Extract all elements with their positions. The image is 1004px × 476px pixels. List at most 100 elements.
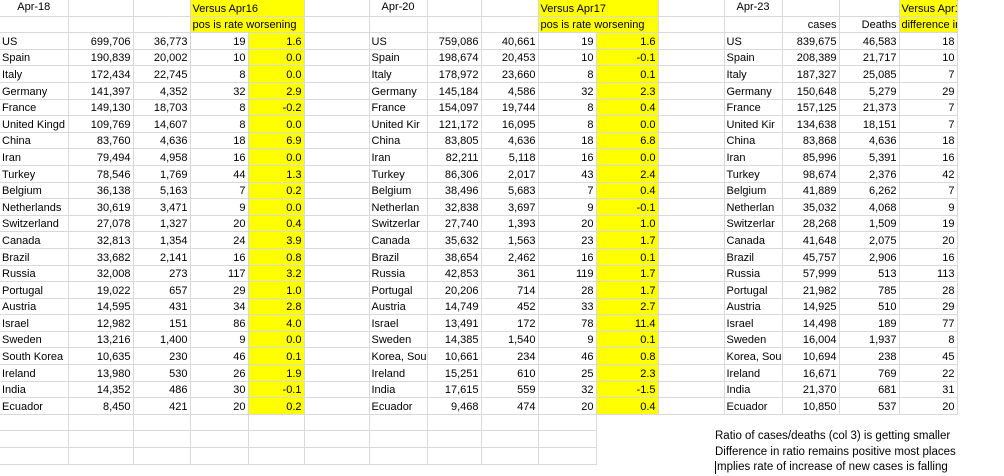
deaths-cell[interactable]: 36,773 xyxy=(133,32,191,50)
difference-cell[interactable]: -0.1 xyxy=(248,381,305,399)
difference-cell[interactable]: -1.5 xyxy=(596,381,659,399)
cases-cell[interactable]: 8,450 xyxy=(68,397,134,415)
cases-cell[interactable]: 45,757 xyxy=(782,248,840,266)
spacer-cell[interactable] xyxy=(658,231,725,249)
cases-cell[interactable]: 10,850 xyxy=(782,397,840,415)
country-cell[interactable]: Spain xyxy=(369,49,428,67)
deaths-cell[interactable]: 1,509 xyxy=(839,215,900,233)
spacer-cell[interactable] xyxy=(304,248,370,266)
deaths-cell[interactable]: 4,958 xyxy=(133,148,191,166)
country-cell[interactable]: France xyxy=(0,99,69,117)
deaths-cell[interactable]: 431 xyxy=(133,298,191,316)
ratio-cell[interactable]: 29 xyxy=(899,82,958,100)
deaths-cell[interactable]: 151 xyxy=(133,314,191,332)
deaths-cell[interactable]: 21,373 xyxy=(839,99,900,117)
ratio-cell[interactable]: 16 xyxy=(899,148,958,166)
difference-cell[interactable]: 11.4 xyxy=(596,314,659,332)
spacer-cell[interactable] xyxy=(304,32,370,50)
spacer-cell[interactable] xyxy=(304,16,370,34)
difference-cell[interactable]: 1.7 xyxy=(596,265,659,283)
spacer-cell[interactable] xyxy=(304,231,370,249)
spacer-cell[interactable] xyxy=(658,314,725,332)
spacer-cell[interactable] xyxy=(658,248,725,266)
versus-title[interactable]: Versus Apr17 xyxy=(899,0,958,17)
versus-subtitle[interactable]: pos is rate worsening xyxy=(538,16,659,34)
ratio-cell[interactable]: 23 xyxy=(538,231,597,249)
country-cell[interactable]: Netherlands xyxy=(0,198,69,216)
data-grid[interactable]: Apr-18 Versus Apr16 Apr-20 Versus Apr17 Apr-… xyxy=(0,0,958,465)
country-cell[interactable]: India xyxy=(369,381,428,399)
deaths-cell[interactable]: 1,354 xyxy=(133,231,191,249)
cases-cell[interactable]: 41,648 xyxy=(782,231,840,249)
deaths-cell[interactable]: 16,095 xyxy=(481,115,539,133)
country-cell[interactable]: Ireland xyxy=(0,364,69,382)
deaths-cell[interactable]: 22,745 xyxy=(133,65,191,83)
spacer-cell[interactable] xyxy=(304,182,370,200)
country-cell[interactable]: India xyxy=(0,381,69,399)
country-cell[interactable]: Ecuador xyxy=(0,397,69,415)
difference-cell[interactable]: 0.0 xyxy=(248,49,305,67)
difference-cell[interactable]: -0.1 xyxy=(596,49,659,67)
cases-cell[interactable]: 198,674 xyxy=(427,49,482,67)
difference-cell[interactable]: 4.0 xyxy=(248,314,305,332)
deaths-cell[interactable]: 510 xyxy=(839,298,900,316)
cases-cell[interactable]: 12,982 xyxy=(68,314,134,332)
deaths-cell[interactable]: 1,400 xyxy=(133,331,191,349)
empty-cell[interactable] xyxy=(190,447,249,465)
cases-cell[interactable]: 42,853 xyxy=(427,265,482,283)
ratio-cell[interactable]: 8 xyxy=(190,99,249,117)
cases-cell[interactable]: 32,008 xyxy=(68,265,134,283)
ratio-cell[interactable]: 8 xyxy=(538,99,597,117)
cases-cell[interactable]: 33,682 xyxy=(68,248,134,266)
empty-cell[interactable] xyxy=(427,447,482,465)
deaths-cell[interactable]: 5,391 xyxy=(839,148,900,166)
cases-cell[interactable]: 154,097 xyxy=(427,99,482,117)
ratio-cell[interactable]: 46 xyxy=(190,347,249,366)
deaths-cell[interactable]: 230 xyxy=(133,347,191,366)
deaths-cell[interactable]: 4,586 xyxy=(481,82,539,100)
country-cell[interactable]: Ecuador xyxy=(724,397,783,415)
ratio-cell[interactable]: 16 xyxy=(538,248,597,266)
country-cell[interactable]: Iran xyxy=(369,148,428,166)
cases-cell[interactable]: 83,805 xyxy=(427,132,482,150)
ratio-cell[interactable]: 9 xyxy=(899,198,958,216)
spacer-cell[interactable] xyxy=(658,99,725,117)
country-cell[interactable]: Ecuador xyxy=(369,397,428,415)
cases-cell[interactable]: 149,130 xyxy=(68,99,134,117)
ratio-cell[interactable]: 78 xyxy=(538,314,597,332)
spacer-cell[interactable] xyxy=(304,65,370,83)
cases-cell[interactable]: 16,004 xyxy=(782,331,840,349)
ratio-cell[interactable]: 45 xyxy=(899,347,958,366)
cases-cell[interactable]: 157,125 xyxy=(782,99,840,117)
difference-cell[interactable]: 2.8 xyxy=(248,298,305,316)
spacer-cell[interactable] xyxy=(304,381,370,399)
spacer-cell[interactable] xyxy=(658,132,725,150)
country-cell[interactable]: Brazil xyxy=(724,248,783,266)
ratio-cell[interactable]: 19 xyxy=(190,32,249,50)
ratio-cell[interactable]: 8 xyxy=(538,65,597,83)
cases-cell[interactable]: 10,694 xyxy=(782,347,840,366)
country-cell[interactable]: Portugal xyxy=(369,281,428,299)
ratio-cell[interactable]: 8 xyxy=(538,115,597,133)
deaths-cell[interactable]: 189 xyxy=(839,314,900,332)
versus-title[interactable]: Versus Apr16 xyxy=(190,0,305,17)
deaths-cell[interactable]: 172 xyxy=(481,314,539,332)
country-cell[interactable]: Israel xyxy=(369,314,428,332)
difference-cell[interactable]: -0.1 xyxy=(596,198,659,216)
country-cell[interactable]: Germany xyxy=(0,82,69,100)
country-cell[interactable]: Belgium xyxy=(0,182,69,200)
ratio-cell[interactable]: 19 xyxy=(899,215,958,233)
country-cell[interactable]: Spain xyxy=(0,49,69,67)
cases-cell[interactable]: 27,740 xyxy=(427,215,482,233)
ratio-cell[interactable]: 7 xyxy=(899,99,958,117)
country-cell[interactable]: India xyxy=(724,381,783,399)
empty-cell[interactable] xyxy=(133,447,191,465)
difference-cell[interactable]: 0.4 xyxy=(596,182,659,200)
ratio-cell[interactable]: 18 xyxy=(899,32,958,50)
ratio-cell[interactable]: 16 xyxy=(538,148,597,166)
deaths-cell[interactable]: 486 xyxy=(133,381,191,399)
note-line-2[interactable]: Difference in ratio remains positive mos… xyxy=(715,445,956,461)
empty-cell[interactable] xyxy=(0,414,69,432)
ratio-cell[interactable]: 7 xyxy=(899,65,958,83)
cases-cell[interactable]: 82,211 xyxy=(427,148,482,166)
